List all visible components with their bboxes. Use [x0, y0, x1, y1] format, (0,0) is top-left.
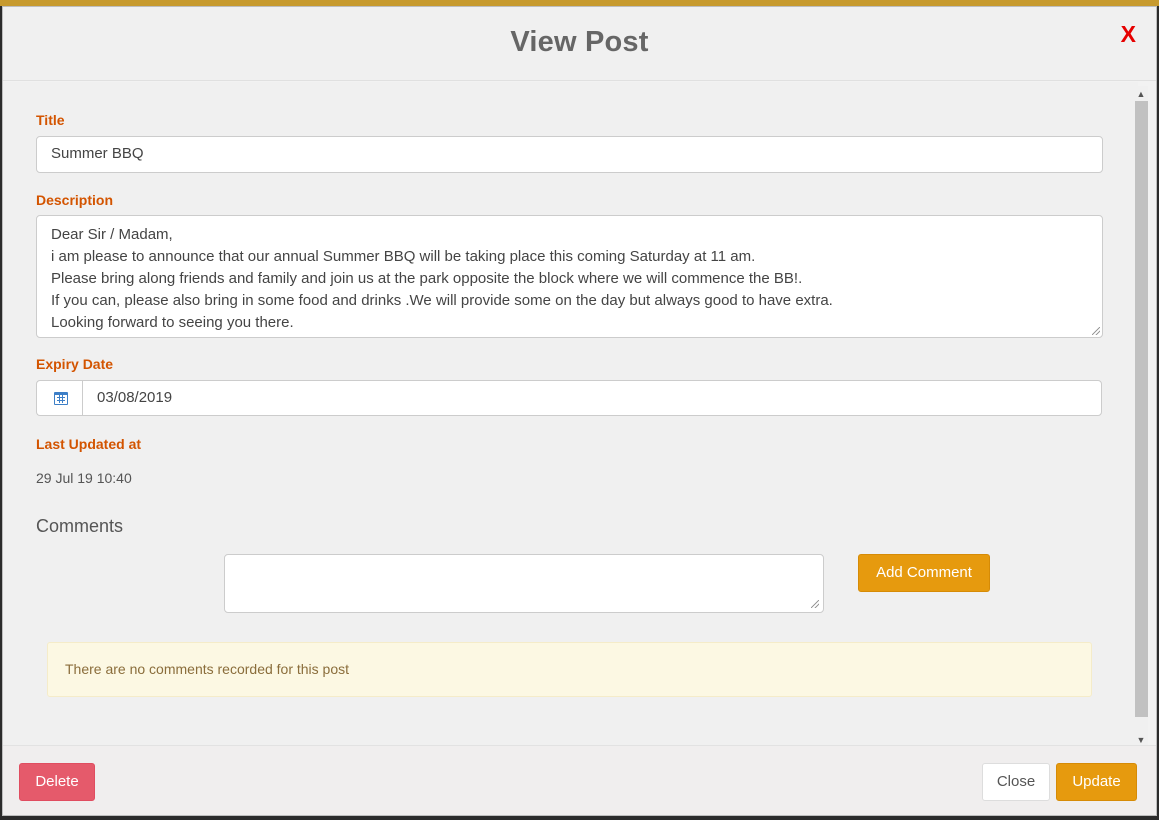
calendar-icon — [54, 392, 68, 405]
calendar-button[interactable] — [36, 380, 83, 416]
scroll-down-icon[interactable]: ▼ — [1134, 735, 1148, 745]
modal-scrollbar[interactable]: ▲ ▼ — [1134, 86, 1148, 745]
resize-grip-icon[interactable] — [1092, 327, 1100, 335]
modal-header: View Post X — [3, 7, 1156, 81]
description-line: Please bring along friends and family an… — [51, 270, 803, 287]
last-updated-label: Last Updated at — [36, 436, 142, 452]
description-line: Dear Sir / Madam, — [51, 226, 173, 243]
scroll-up-icon[interactable]: ▲ — [1134, 89, 1148, 99]
expiry-date-label: Expiry Date — [36, 356, 114, 372]
modal-title: View Post — [510, 26, 649, 58]
title-label: Title — [36, 112, 65, 128]
modal-footer: Delete Close Update — [3, 745, 1156, 815]
close-icon[interactable]: X — [1121, 21, 1136, 48]
description-line: Looking forward to seeing you there. — [51, 314, 294, 331]
add-comment-button[interactable]: Add Comment — [858, 554, 990, 592]
description-line: i am please to announce that our annual … — [51, 248, 756, 265]
title-input[interactable]: Summer BBQ — [36, 136, 1103, 173]
close-button[interactable]: Close — [982, 763, 1050, 801]
delete-button[interactable]: Delete — [19, 763, 95, 801]
comment-resize-grip-icon[interactable] — [811, 600, 819, 608]
last-updated-value: 29 Jul 19 10:40 — [36, 470, 132, 486]
no-comments-alert: There are no comments recorded for this … — [47, 642, 1092, 697]
view-post-modal: View Post X Title Summer BBQ Description… — [2, 6, 1157, 816]
description-textarea[interactable]: Dear Sir / Madam, i am please to announc… — [36, 215, 1103, 338]
comments-heading: Comments — [36, 516, 124, 536]
description-line: If you can, please also bring in some fo… — [51, 292, 833, 309]
expiry-date-input[interactable]: 03/08/2019 — [82, 380, 1102, 416]
modal-body: Title Summer BBQ Description Dear Sir / … — [3, 82, 1138, 745]
scroll-thumb[interactable] — [1135, 101, 1148, 717]
update-button[interactable]: Update — [1056, 763, 1137, 801]
comment-input[interactable] — [224, 554, 824, 613]
description-label: Description — [36, 192, 114, 208]
